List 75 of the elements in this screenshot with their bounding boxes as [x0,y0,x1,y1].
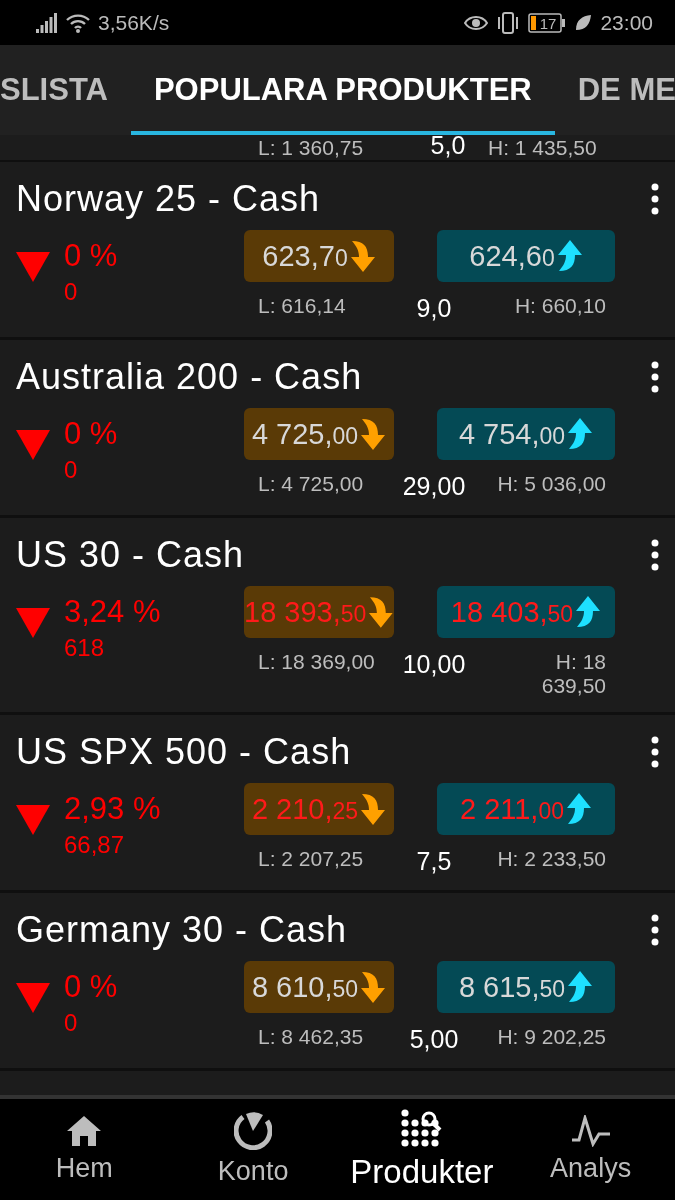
pulse-line-icon [570,1115,611,1147]
change-percent: 0 % [64,969,118,1005]
eye-icon [464,13,489,32]
curved-up-arrow-icon [566,792,593,826]
high-price: H: 1 435,50 [488,136,598,160]
high-price: H: 660,10 [513,293,606,318]
low-price: L: 18 369,00 [257,649,376,674]
spread: 29,00 [401,471,467,501]
spread: 10,00 [401,649,467,679]
curved-up-arrow-icon [575,595,602,629]
change-value: 66,87 [64,831,126,859]
instrument-row[interactable]: Germany 30 - Cash 0 % 0 8 610,50 8 615,50 L: 8 462,35 5,00 H: 9 202,25 [0,893,675,1071]
change-percent: 3,24 % [64,594,161,630]
wifi-icon [66,12,90,33]
dot-grid-search-icon [400,1108,443,1147]
change-percent: 0 % [64,238,118,274]
sell-price-button[interactable]: 623,70 [244,230,394,282]
spread: 9,0 [415,293,453,323]
buy-price-button[interactable]: 4 754,00 [437,408,615,460]
more-icon[interactable] [651,361,659,393]
low-price: L: 8 462,35 [257,1024,365,1049]
more-icon[interactable] [651,539,659,571]
signal-icon [36,12,58,33]
curved-down-arrow-icon [360,970,387,1004]
home-icon [66,1115,103,1147]
instrument-name: US SPX 500 - Cash [16,731,352,773]
low-price: L: 2 207,25 [257,846,365,871]
sell-price-button[interactable]: 8 610,50 [244,961,394,1013]
curved-up-arrow-icon [567,417,594,451]
nav-tab[interactable]: Konto [178,1112,329,1187]
buy-price-button[interactable]: 624,60 [437,230,615,282]
change-percent: 0 % [64,416,118,452]
more-icon[interactable] [651,914,659,946]
instrument-name: Australia 200 - Cash [16,356,363,398]
low-price: L: 4 725,00 [257,471,365,496]
buy-price-button[interactable]: 8 615,50 [437,961,615,1013]
high-price: H: 18 639,50 [540,649,606,698]
sell-price-button[interactable]: 4 725,00 [244,408,394,460]
leaf-icon [574,13,593,32]
instrument-name: US 30 - Cash [16,534,245,576]
curved-up-arrow-icon [567,970,594,1004]
curved-down-arrow-icon [368,595,394,629]
curved-down-arrow-icon [360,417,387,451]
curved-down-arrow-icon [360,792,387,826]
high-price: H: 5 036,00 [496,471,606,496]
change-percent: 2,93 % [64,791,161,827]
change-value: 0 [64,456,79,484]
pie-ring-icon [234,1112,273,1150]
vibrate-icon [496,11,521,34]
change-value: 618 [64,634,106,662]
high-price: H: 9 202,25 [496,1024,606,1049]
instrument-name: Norway 25 - Cash [16,178,321,220]
instrument-row[interactable]: US SPX 500 - Cash 2,93 % 66,87 2 210,25 2 211,00 L: 2 207,25 7,5 H: 2 233,50 [0,715,675,893]
more-icon[interactable] [651,736,659,768]
spread: 7,5 [415,846,453,876]
nav-tab[interactable]: Produkter [346,1108,497,1191]
clock-time: 23:00 [600,10,653,35]
instrument-row[interactable]: Norway 25 - Cash 0 % 0 623,70 624,60 L: 616,14 9,0 H: 660,10 [0,162,675,340]
low-price: L: 616,14 [257,293,347,318]
network-speed: 3,56K/s [98,10,170,35]
nav-tab[interactable]: Analys [515,1115,666,1184]
curved-up-arrow-icon [556,239,583,273]
tab[interactable]: SLISTA [0,45,131,135]
curved-down-arrow-icon [349,239,376,273]
instrument-name: Germany 30 - Cash [16,909,348,951]
change-value: 0 [64,278,79,306]
low-price: L: 1 360,75 [258,136,365,160]
spread: 5,00 [408,1024,460,1054]
tab[interactable]: DE ME [554,45,675,135]
instrument-row[interactable]: US 30 - Cash 3,24 % 618 18 393,50 18 403,50 L: 18 369,00 10,00 H: 18 639,50 [0,518,675,715]
more-icon[interactable] [651,183,659,215]
high-price: H: 2 233,50 [496,846,606,871]
change-value: 0 [64,1009,79,1037]
instrument-row[interactable]: Australia 200 - Cash 0 % 0 4 725,00 4 754,00 L: 4 725,00 29,00 H: 5 036,00 [0,340,675,518]
nav-tab[interactable]: Hem [9,1115,160,1184]
